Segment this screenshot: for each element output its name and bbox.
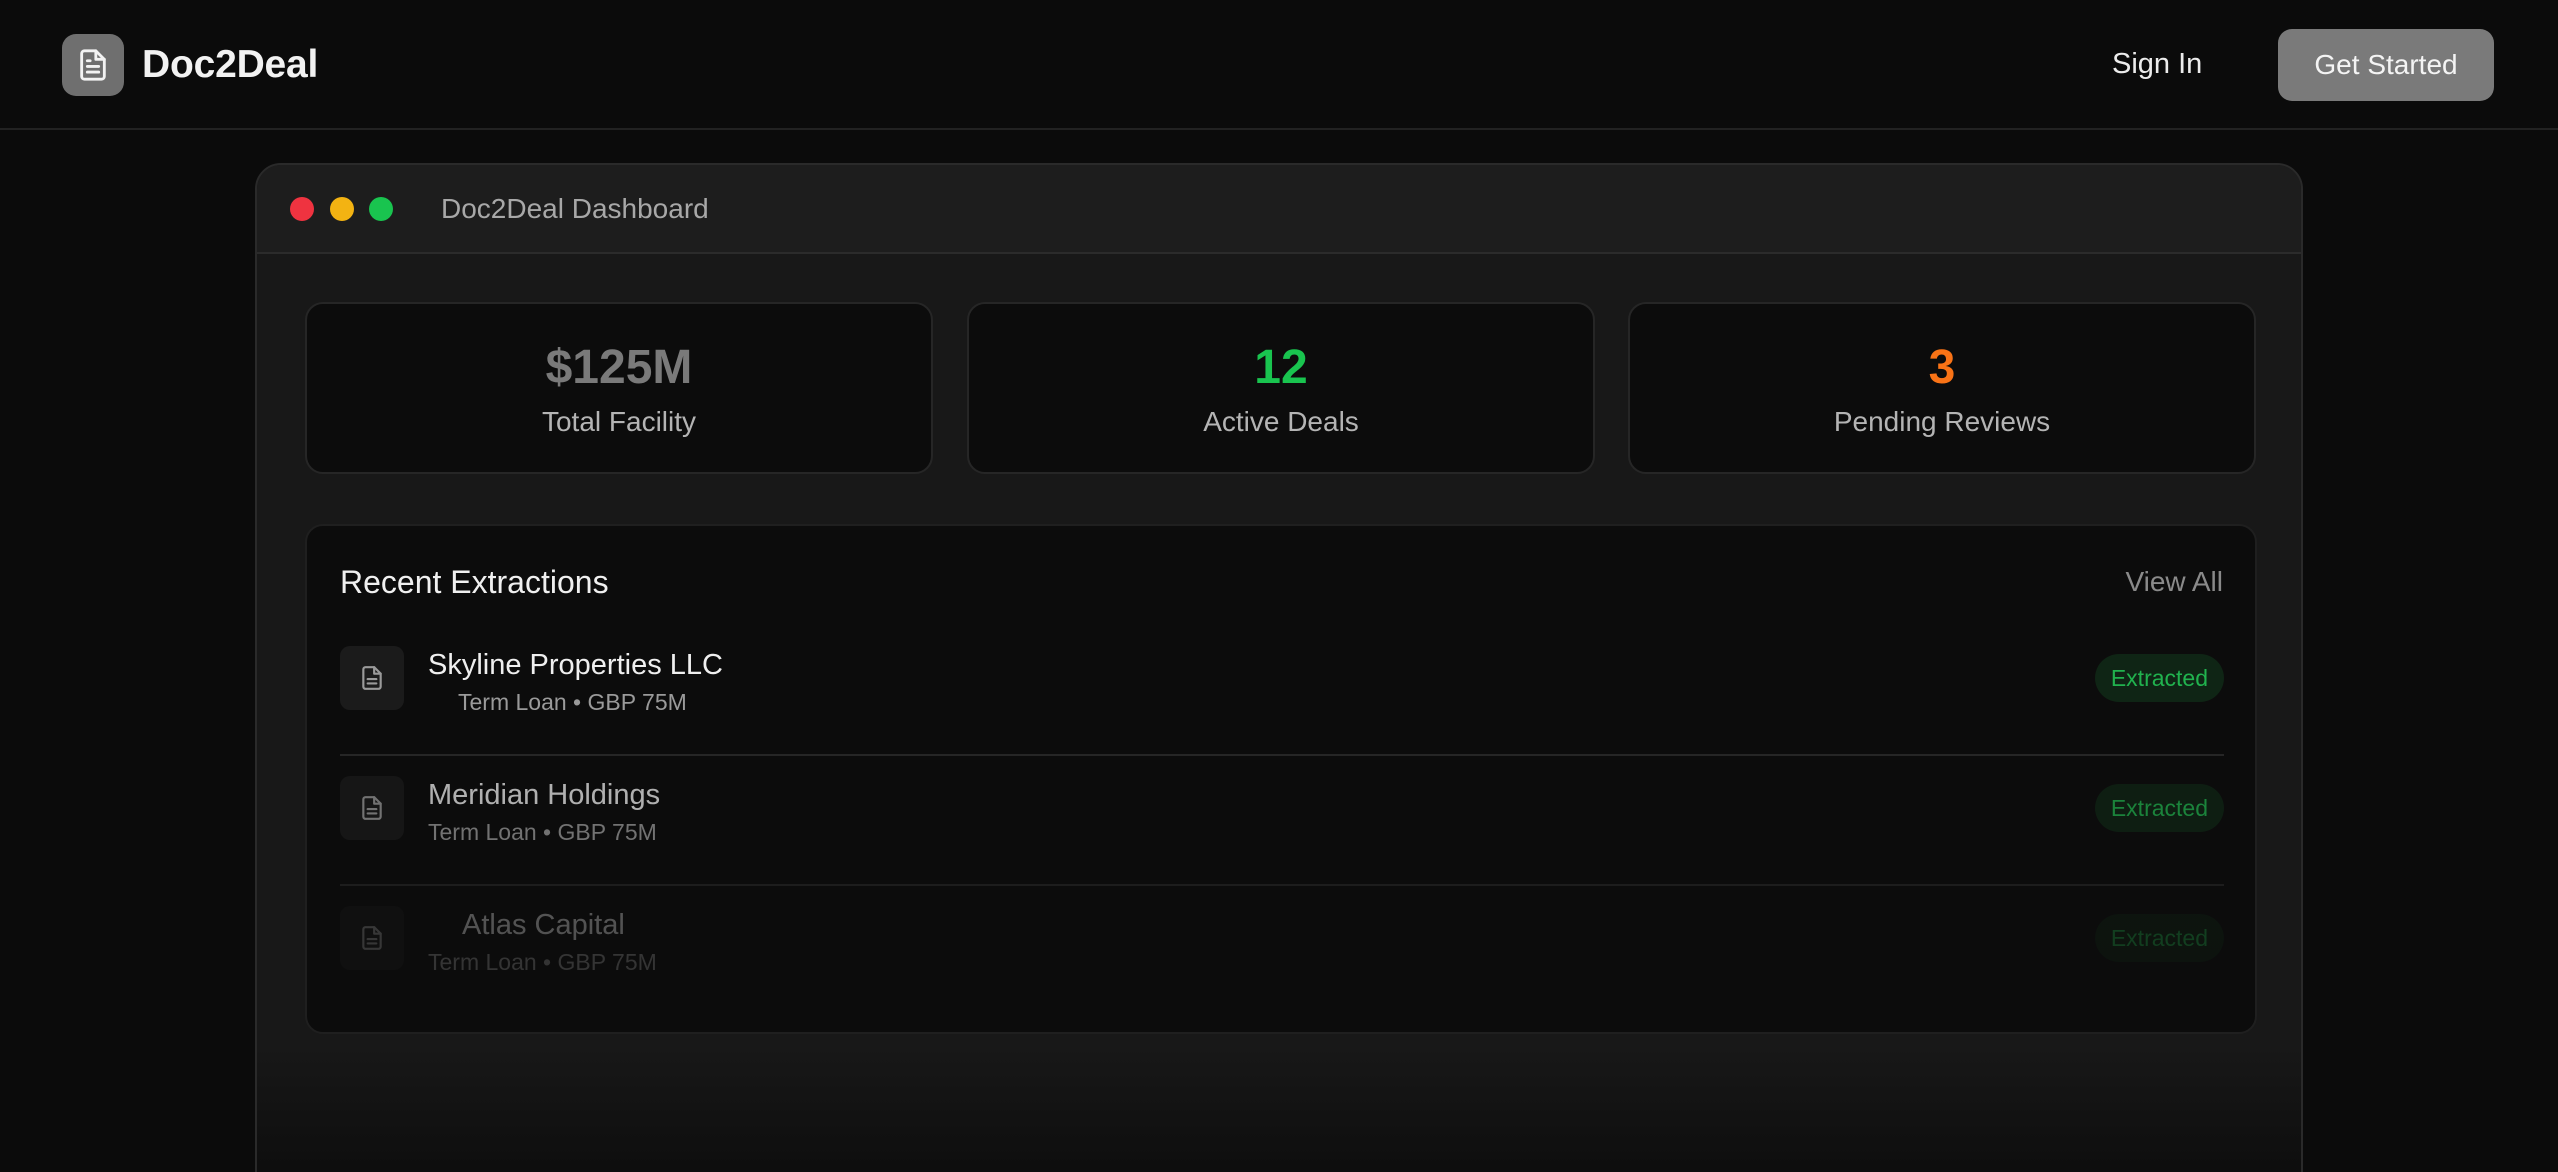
stats-row: $125M Total Facility 12 Active Deals 3 P… <box>305 302 2257 474</box>
panel-title: Recent Extractions <box>340 564 609 600</box>
document-icon <box>340 646 404 710</box>
landing-page: Doc2Deal Sign In Get Started Doc2Deal Da… <box>0 0 2558 1172</box>
stat-label: Pending Reviews <box>1833 406 2051 437</box>
brand-logo[interactable]: Doc2Deal <box>62 34 318 96</box>
deal-details: Term Loan • GBP 75M <box>428 949 657 975</box>
stat-value: 3 <box>1928 341 1956 394</box>
document-icon <box>340 906 404 970</box>
stat-label: Active Deals <box>1203 406 1359 437</box>
stat-card-total-facility: $125M Total Facility <box>305 302 933 474</box>
status-badge: Extracted <box>2094 784 2224 832</box>
minimize-dot <box>330 197 354 221</box>
stat-value: $125M <box>545 341 693 394</box>
stat-label: Total Facility <box>541 406 697 437</box>
status-badge: Extracted <box>2094 654 2224 702</box>
stat-value: 12 <box>1254 341 1308 394</box>
recent-extractions-panel: Recent Extractions View All Skyline Prop… <box>305 524 2257 1034</box>
deal-name: Skyline Properties LLC <box>428 649 723 681</box>
status-badge: Extracted <box>2094 914 2224 962</box>
window-title: Doc2Deal Dashboard <box>441 193 709 224</box>
list-item[interactable]: Skyline Properties LLC Term Loan • GBP 7… <box>340 624 2224 756</box>
get-started-button[interactable]: Get Started <box>2278 29 2494 101</box>
dashboard-preview-window: Doc2Deal Dashboard $125M Total Facility … <box>255 163 2303 1172</box>
brand-name: Doc2Deal <box>142 43 319 86</box>
deal-name: Meridian Holdings <box>428 779 661 811</box>
document-icon <box>62 34 124 96</box>
deal-details: Term Loan • GBP 75M <box>458 689 687 715</box>
window-fade-overlay <box>257 1045 2301 1172</box>
maximize-dot <box>369 197 393 221</box>
window-titlebar: Doc2Deal Dashboard <box>257 165 2301 254</box>
deal-details: Term Loan • GBP 75M <box>428 819 657 845</box>
close-dot <box>290 197 314 221</box>
list-item[interactable]: Atlas Capital Term Loan • GBP 75M Extrac… <box>340 884 2224 1014</box>
stat-card-pending-reviews: 3 Pending Reviews <box>1628 302 2256 474</box>
document-icon <box>340 776 404 840</box>
sign-in-link[interactable]: Sign In <box>2112 48 2202 81</box>
deal-name: Atlas Capital <box>462 909 625 941</box>
stat-card-active-deals: 12 Active Deals <box>967 302 1595 474</box>
site-header: Doc2Deal Sign In Get Started <box>0 0 2558 130</box>
list-item[interactable]: Meridian Holdings Term Loan • GBP 75M Ex… <box>340 754 2224 886</box>
view-all-link[interactable]: View All <box>2125 566 2223 598</box>
